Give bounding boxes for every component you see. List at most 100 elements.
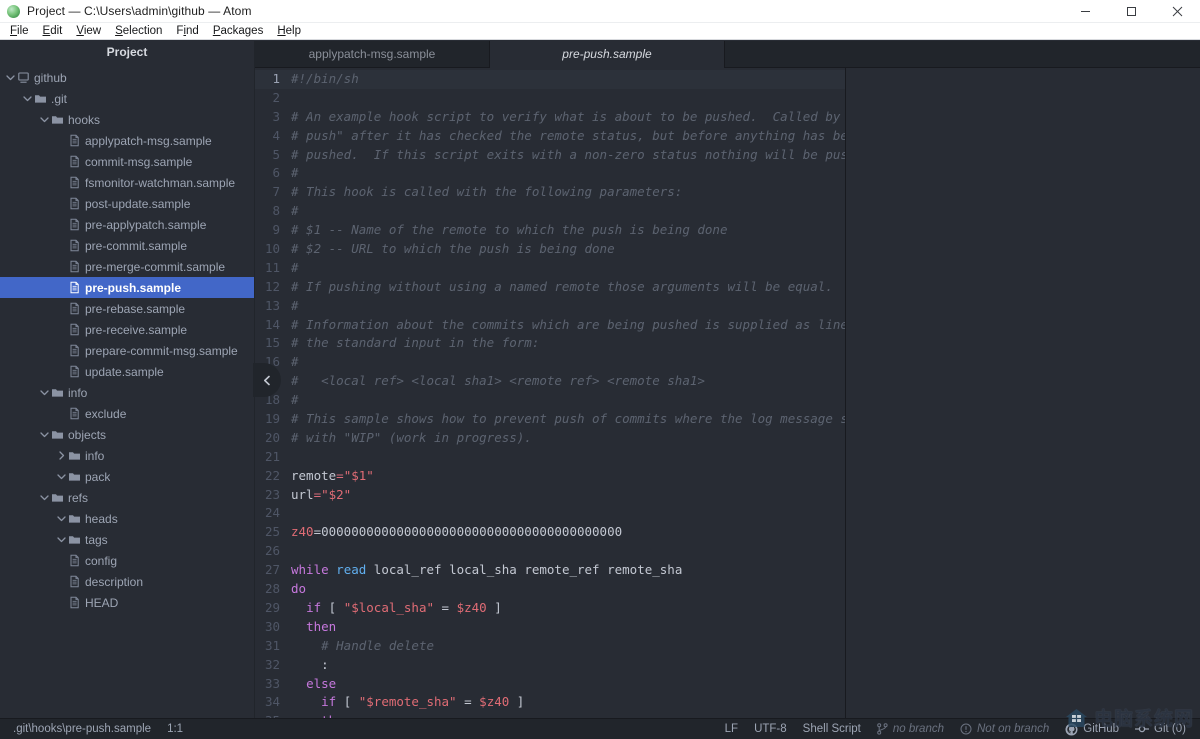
status-line-ending[interactable]: LF: [717, 723, 746, 735]
chevron-down-icon[interactable]: [38, 493, 51, 502]
code-line[interactable]: 10 # $2 -- URL to which the push is being…: [255, 240, 845, 259]
chevron-down-icon[interactable]: [21, 94, 34, 103]
status-grammar[interactable]: Shell Script: [795, 723, 869, 735]
code-line[interactable]: 3 # An example hook script to verify what…: [255, 108, 845, 127]
file-icon: [68, 218, 85, 231]
code-line[interactable]: 17# <local ref> <local sha1> <remote ref…: [255, 372, 845, 391]
code-line[interactable]: 22 remote="$1": [255, 467, 845, 486]
code-line[interactable]: 14 # Information about the commits which …: [255, 316, 845, 335]
status-branch[interactable]: no branch: [869, 723, 952, 735]
tree-file-item[interactable]: commit-msg.sample: [0, 151, 254, 172]
tree-file-item[interactable]: pre-applypatch.sample: [0, 214, 254, 235]
tree-folder-item[interactable]: hooks: [0, 109, 254, 130]
status-git[interactable]: Git (0): [1127, 723, 1194, 735]
status-github[interactable]: GitHub: [1057, 723, 1127, 736]
code-line[interactable]: 12 # If pushing without using a named rem…: [255, 278, 845, 297]
tree-folder-item[interactable]: info: [0, 445, 254, 466]
maximize-button[interactable]: [1108, 0, 1154, 23]
code-line[interactable]: 25 z40=0000000000000000000000000000000000…: [255, 523, 845, 542]
tree-file-item[interactable]: update.sample: [0, 361, 254, 382]
minimize-button[interactable]: [1062, 0, 1108, 23]
code-line[interactable]: 11 #: [255, 259, 845, 278]
code-line[interactable]: 2: [255, 89, 845, 108]
tree-folder-item[interactable]: objects: [0, 424, 254, 445]
code-line[interactable]: 4 # push" after it has checked the remote…: [255, 127, 845, 146]
tree-item-label: commit-msg.sample: [85, 154, 193, 169]
code-content[interactable]: 1 #!/bin/sh 2 3 # An example hook script to …: [255, 68, 845, 718]
code-line[interactable]: 26: [255, 542, 845, 561]
chevron-down-icon[interactable]: [55, 472, 68, 481]
chevron-right-icon[interactable]: [55, 451, 68, 460]
code-line[interactable]: 13 #: [255, 297, 845, 316]
tree-folder-item[interactable]: refs: [0, 487, 254, 508]
code-line[interactable]: 32 :: [255, 656, 845, 675]
status-sync[interactable]: Not on branch: [952, 723, 1057, 735]
code-line[interactable]: 33 else: [255, 675, 845, 694]
chevron-down-icon[interactable]: [38, 388, 51, 397]
menu-item-edit[interactable]: Edit: [36, 23, 70, 40]
chevron-down-icon[interactable]: [38, 115, 51, 124]
code-line[interactable]: 15 # the standard input in the form:: [255, 334, 845, 353]
status-file-path[interactable]: .git\hooks\pre-push.sample: [5, 723, 159, 735]
tree-file-item[interactable]: config: [0, 550, 254, 571]
menu-item-file[interactable]: File: [3, 23, 36, 40]
code-line[interactable]: 29 if [ "$local_sha" = $z40 ]: [255, 599, 845, 618]
code-line[interactable]: 28 do: [255, 580, 845, 599]
tree-file-item[interactable]: HEAD: [0, 592, 254, 613]
chevron-down-icon[interactable]: [55, 514, 68, 523]
menu-item-selection[interactable]: Selection: [108, 23, 169, 40]
menu-item-packages[interactable]: Packages: [206, 23, 271, 40]
close-button[interactable]: [1154, 0, 1200, 23]
empty-pane[interactable]: [846, 68, 1200, 718]
editor-pane[interactable]: 1 #!/bin/sh 2 3 # An example hook script to …: [255, 68, 846, 718]
tree-folder-item[interactable]: info: [0, 382, 254, 403]
tree-file-item[interactable]: pre-rebase.sample: [0, 298, 254, 319]
editor-tab[interactable]: applypatch-msg.sample: [255, 41, 490, 67]
code-line[interactable]: 6 #: [255, 164, 845, 183]
code-line[interactable]: 21: [255, 448, 845, 467]
code-line[interactable]: 1 #!/bin/sh: [255, 70, 845, 89]
tree-file-item[interactable]: pre-receive.sample: [0, 319, 254, 340]
code-line[interactable]: 19 # This sample shows how to prevent pus…: [255, 410, 845, 429]
project-file-tree[interactable]: github .git hooks applypatch-msg.sample comm…: [0, 63, 254, 613]
chevron-down-icon[interactable]: [38, 430, 51, 439]
tree-file-item[interactable]: fsmonitor-watchman.sample: [0, 172, 254, 193]
tree-file-item[interactable]: prepare-commit-msg.sample: [0, 340, 254, 361]
menu-item-view[interactable]: View: [69, 23, 108, 40]
tree-file-item[interactable]: post-update.sample: [0, 193, 254, 214]
tree-folder-item[interactable]: tags: [0, 529, 254, 550]
line-text: z40=000000000000000000000000000000000000…: [289, 523, 845, 542]
tree-file-item[interactable]: pre-merge-commit.sample: [0, 256, 254, 277]
tree-file-item[interactable]: pre-commit.sample: [0, 235, 254, 256]
status-encoding[interactable]: UTF-8: [746, 723, 795, 735]
tree-file-item[interactable]: pre-push.sample: [0, 277, 254, 298]
code-line[interactable]: 34 if [ "$remote_sha" = $z40 ]: [255, 693, 845, 712]
code-line[interactable]: 16 #: [255, 353, 845, 372]
editor-tab[interactable]: pre-push.sample: [490, 41, 725, 68]
tree-folder-item[interactable]: .git: [0, 88, 254, 109]
code-line[interactable]: 7 # This hook is called with the followin…: [255, 183, 845, 202]
status-sync-label: Not on branch: [977, 723, 1050, 735]
code-line[interactable]: 8 #: [255, 202, 845, 221]
code-line[interactable]: 5 # pushed. If this script exits with a n…: [255, 146, 845, 165]
code-token: # This sample shows how to prevent push …: [291, 411, 846, 427]
chevron-down-icon[interactable]: [4, 73, 17, 82]
tree-file-item[interactable]: exclude: [0, 403, 254, 424]
menu-item-find[interactable]: Find: [169, 23, 205, 40]
code-line[interactable]: 30 then: [255, 618, 845, 637]
tree-folder-item[interactable]: pack: [0, 466, 254, 487]
tree-file-item[interactable]: applypatch-msg.sample: [0, 130, 254, 151]
chevron-down-icon[interactable]: [55, 535, 68, 544]
tree-file-item[interactable]: description: [0, 571, 254, 592]
code-line[interactable]: 20 # with "WIP" (work in progress).: [255, 429, 845, 448]
tree-folder-item[interactable]: github: [0, 67, 254, 88]
code-line[interactable]: 31 # Handle delete: [255, 637, 845, 656]
code-line[interactable]: 27 while read local_ref local_sha remote_…: [255, 561, 845, 580]
code-line[interactable]: 24: [255, 504, 845, 523]
tree-folder-item[interactable]: heads: [0, 508, 254, 529]
code-line[interactable]: 18 #: [255, 391, 845, 410]
code-line[interactable]: 9 # $1 -- Name of the remote to which the…: [255, 221, 845, 240]
code-line[interactable]: 23 url="$2": [255, 486, 845, 505]
status-cursor-position[interactable]: 1:1: [159, 723, 191, 735]
menu-item-help[interactable]: Help: [270, 23, 308, 40]
